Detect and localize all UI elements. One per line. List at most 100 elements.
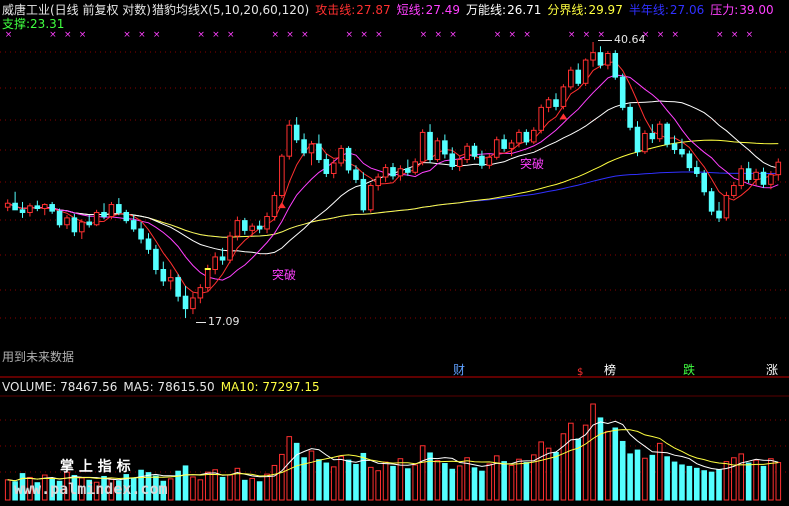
x-marker: × (360, 30, 368, 40)
x-marker: × (123, 30, 131, 40)
kline-canvas[interactable]: × × × × × × × × × × × × × × × × × × × × × × × × × × × × × × × (0, 0, 789, 506)
candle-body (708, 191, 715, 212)
volume-bar (375, 470, 381, 501)
volume-bar (560, 433, 567, 501)
candle-body (375, 176, 381, 187)
x-marker: × (568, 30, 576, 40)
candle-body (775, 161, 782, 176)
mark-bang[interactable]: 榜 (604, 363, 616, 377)
candle-body (553, 99, 559, 107)
volume-bar (693, 467, 700, 501)
candle-body (301, 139, 307, 154)
candle-body (79, 221, 85, 233)
mark-cai[interactable]: 财 (453, 363, 465, 377)
volume-bar (627, 453, 633, 501)
hdr-part-4: 短线: (396, 3, 425, 17)
candle-body (664, 123, 670, 145)
candle-body (545, 99, 552, 108)
mark-zhang[interactable]: 涨 (766, 363, 778, 377)
x-marker: × (716, 30, 724, 40)
candle-body (516, 131, 522, 144)
candle-body (642, 132, 648, 153)
x-marker: × (197, 30, 205, 40)
candle-body (412, 161, 419, 173)
volume-bar (590, 403, 596, 501)
candle-body (204, 268, 211, 289)
mark-die[interactable]: 跌 (683, 363, 695, 377)
candle-body (27, 205, 33, 213)
candle-body (597, 52, 604, 66)
volume-bar (753, 459, 759, 501)
volume-bar (634, 449, 641, 501)
candle-body (442, 140, 448, 155)
candle-body (234, 220, 241, 237)
candle-body (34, 205, 41, 209)
candle-body (49, 204, 55, 212)
volume-bar (479, 470, 485, 501)
indicator-header: 威唐工业(日线 前复权 对数)猎豹均线X(5,10,20,60,120) 攻击线:… (2, 3, 780, 17)
candle-body (279, 155, 285, 197)
x-marker: × (301, 30, 309, 40)
volume-bar (486, 463, 493, 501)
candle-body (471, 145, 478, 157)
x-marker: × (153, 30, 161, 40)
candle-body (116, 204, 122, 213)
volume-bar (353, 463, 359, 501)
volume-bar (775, 462, 782, 501)
volume-bar (242, 479, 248, 501)
candle-body (397, 168, 404, 177)
candle-body (197, 287, 204, 299)
volume-bar (508, 464, 515, 501)
candle-body (590, 52, 596, 61)
candle-body (464, 145, 470, 161)
divide-line (7, 139, 779, 238)
candle-body (508, 142, 515, 149)
volume-bar (523, 462, 530, 501)
x-marker: × (286, 30, 294, 40)
candle-body (575, 69, 582, 84)
volume-bar (338, 455, 344, 501)
candle-body (71, 217, 78, 233)
volume-bar (419, 445, 426, 501)
candle-body (486, 156, 493, 166)
candle-body (686, 153, 693, 169)
x-marker: × (494, 30, 502, 40)
candle-body (323, 159, 330, 174)
x-marker: × (434, 30, 442, 40)
volume-bar (723, 461, 730, 501)
volume-bar (4, 479, 11, 501)
candle-body (101, 211, 107, 218)
volume-bar (501, 461, 507, 501)
volume-bar (642, 457, 648, 501)
candle-body (731, 185, 737, 197)
candle-body (634, 126, 641, 153)
breakout-label-1: 突破 (272, 268, 297, 282)
volume-bar (427, 452, 433, 501)
volume-bar (716, 469, 722, 501)
volume-bar (249, 477, 256, 501)
candle-body (345, 147, 352, 171)
candle-body (768, 174, 774, 185)
candle-body (308, 143, 315, 154)
candle-body (427, 131, 433, 161)
candle-body (249, 225, 256, 231)
candle-body (86, 221, 93, 226)
candle-body (271, 195, 278, 218)
candle-body (145, 238, 152, 250)
hdr-part-3: 27.87 (356, 3, 391, 17)
candle-body (493, 139, 500, 158)
volume-bar (612, 427, 619, 501)
hdr-part-2: 攻击线: (315, 3, 356, 17)
mark-dollar[interactable]: $ (577, 366, 583, 380)
volume-bar (553, 451, 559, 501)
volume-bar (708, 471, 715, 501)
volume-bar (664, 456, 670, 501)
x-marker: × (346, 30, 354, 40)
volume-bar (227, 474, 233, 501)
candle-body (360, 178, 367, 211)
x-marker: × (449, 30, 457, 40)
candle-body (153, 248, 159, 270)
volume-bar (264, 473, 270, 501)
volume-bar (390, 465, 396, 501)
candle-body (367, 185, 374, 211)
